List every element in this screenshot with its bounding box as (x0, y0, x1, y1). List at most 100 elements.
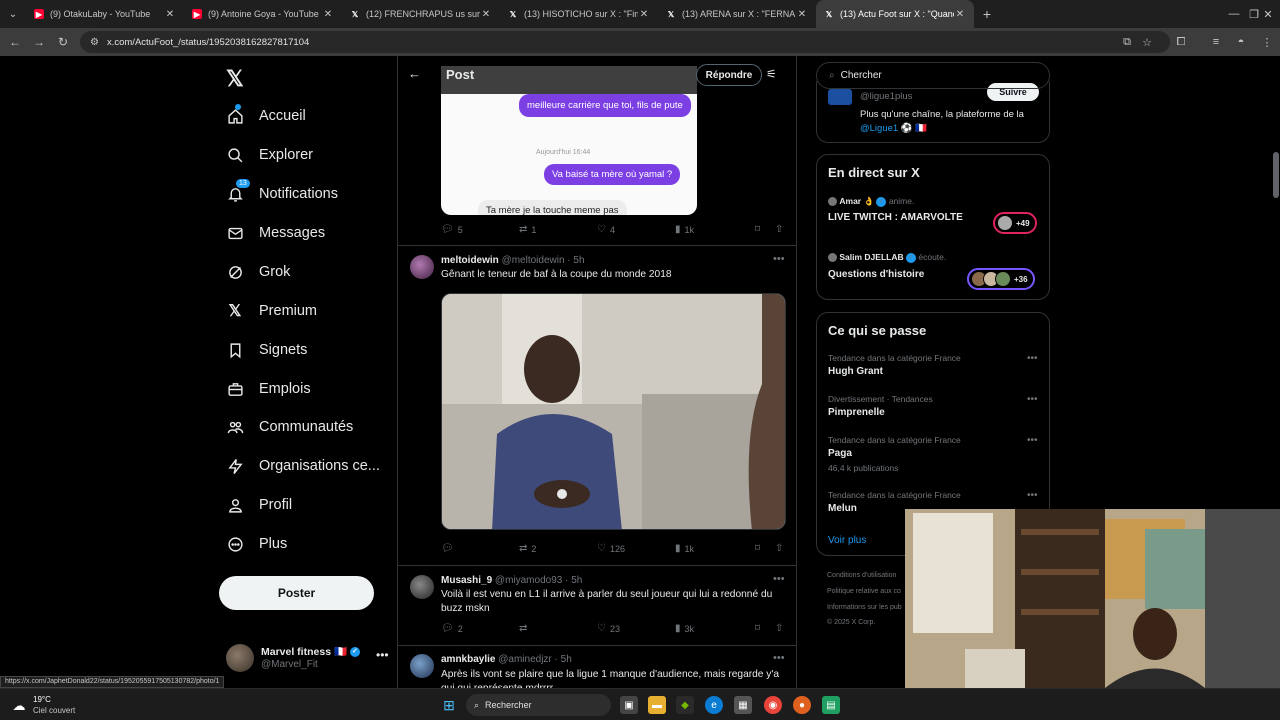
bookmark-action[interactable]: ⌑ (755, 623, 764, 634)
nav-item-more[interactable]: Plus (226, 529, 287, 559)
tab-search-dropdown[interactable]: ⌄ (0, 0, 26, 28)
live-host[interactable]: Amar 👌 ✓ anime. (828, 196, 914, 207)
see-more-link[interactable]: Voir plus (828, 535, 866, 546)
footer-link[interactable]: Conditions d'utilisation (827, 572, 896, 579)
scrollbar-thumb[interactable] (1273, 152, 1279, 198)
close-icon[interactable]: ✕ (954, 9, 966, 20)
back-arrow-icon[interactable]: ← (408, 66, 421, 81)
nav-item-profile[interactable]: Profil (226, 490, 292, 520)
taskbar-search[interactable]: ⌕ Rechercher (466, 694, 611, 716)
live-participants[interactable]: +49 (993, 212, 1037, 234)
nav-item-verified-orgs[interactable]: Organisations ce... (226, 451, 380, 481)
reply-action[interactable]: 💬︎ (441, 543, 458, 554)
reload-icon[interactable]: ↻ (51, 30, 75, 54)
close-icon[interactable]: ✕ (322, 9, 334, 20)
views-action[interactable]: ▮ 3k (675, 623, 694, 634)
more-dots-icon[interactable]: ••• (773, 573, 785, 585)
avatar[interactable] (410, 255, 434, 279)
close-icon[interactable]: ✕ (480, 9, 492, 20)
browser-tab-active[interactable]: 𝕏 (13) Actu Foot sur X : "Quand ✕ (816, 0, 974, 28)
browser-tab[interactable]: ▶ (9) OtakuLaby - YouTube ✕ (26, 0, 184, 28)
like-action[interactable]: ♡ 23 (597, 623, 620, 634)
windows-start-icon[interactable]: ⊞ (440, 696, 458, 714)
tweet-video[interactable] (441, 293, 786, 530)
trend-name[interactable]: Melun (828, 503, 857, 514)
trend-name[interactable]: Hugh Grant (828, 366, 883, 377)
repost-action[interactable]: ⇄ 1 (519, 224, 536, 235)
more-dots-icon[interactable]: ••• (376, 648, 389, 662)
post-button[interactable]: Poster (219, 576, 374, 610)
weather-desc[interactable]: Ciel couvert (33, 706, 75, 715)
nav-item-premium[interactable]: 𝕏 Premium (226, 296, 317, 326)
file-explorer-icon[interactable]: ▬ (648, 696, 666, 714)
address-bar[interactable]: ⚙ x.com/ActuFoot_/status/195203816282781… (80, 31, 1170, 53)
like-action[interactable]: ♡ 126 (597, 543, 625, 554)
nav-item-home[interactable]: Accueil (226, 101, 306, 131)
trend-name[interactable]: Paga (828, 448, 852, 459)
views-action[interactable]: ▮ 1k (675, 543, 694, 554)
reply-action[interactable]: 💬︎ 2 (441, 623, 463, 634)
reply-button[interactable]: Répondre (696, 64, 762, 86)
weather-temp[interactable]: 19°C (33, 695, 51, 704)
menu-icon[interactable]: ⋮ (1258, 33, 1276, 51)
weather-icon[interactable]: ☁ (10, 697, 28, 715)
browser-tab[interactable]: 𝕏 (13) ARENA sur X : "FERNAND ✕ (658, 0, 816, 28)
close-icon[interactable]: ✕ (796, 9, 808, 20)
firefox-icon[interactable]: ● (793, 696, 811, 714)
nav-item-notifications[interactable]: 13 Notifications (226, 179, 338, 209)
trend-name[interactable]: Pimprenelle (828, 407, 885, 418)
more-dots-icon[interactable]: ••• (773, 652, 785, 664)
nav-item-communities[interactable]: Communautés (226, 412, 353, 442)
new-tab-button[interactable]: + (974, 6, 1000, 22)
close-icon[interactable]: ✕ (638, 9, 650, 20)
bookmark-action[interactable]: ⌑ (755, 543, 764, 554)
star-icon[interactable]: ☆ (1138, 33, 1156, 51)
nav-item-explore[interactable]: Explorer (226, 140, 313, 170)
avatar[interactable] (828, 89, 852, 105)
more-dots-icon[interactable]: ••• (1027, 490, 1038, 501)
site-info-icon[interactable]: ⚙ (90, 37, 99, 48)
task-view-icon[interactable]: ▣ (620, 696, 638, 714)
footer-link[interactable]: Politique relative aux co (827, 588, 901, 595)
nav-item-jobs[interactable]: Emplois (226, 374, 311, 404)
more-dots-icon[interactable]: ••• (773, 253, 785, 265)
store-icon[interactable]: ▦ (734, 696, 752, 714)
footer-link[interactable]: Informations sur les pub (827, 604, 902, 611)
tweet-author[interactable]: meltoidewin @meltoidewin · 5h (441, 255, 585, 266)
live-title[interactable]: Questions d'histoire (828, 269, 924, 280)
browser-tab[interactable]: ▶ (9) Antoine Goya - YouTube ✕ (184, 0, 342, 28)
forward-icon[interactable]: → (27, 30, 51, 54)
share-action[interactable]: ⇧ (775, 543, 787, 554)
close-icon[interactable]: ✕ (164, 9, 176, 20)
share-action[interactable]: ⇧ (775, 623, 787, 634)
profile-icon[interactable]: ◓ (1232, 33, 1250, 51)
filter-icon[interactable]: ⚟ (766, 67, 777, 81)
nvidia-icon[interactable]: ◆ (676, 696, 694, 714)
views-action[interactable]: ▮ 1k (675, 224, 694, 235)
account-switcher[interactable]: Marvel fitness 🇫🇷 ✓ @Marvel_Fit ••• (226, 642, 396, 676)
live-title[interactable]: LIVE TWITCH : AMARVOLTE (828, 212, 963, 223)
tweet-author[interactable]: amnkbaylie @aminedjzr · 5h (441, 654, 572, 665)
edge-icon[interactable]: e (705, 696, 723, 714)
nav-item-bookmarks[interactable]: Signets (226, 335, 307, 365)
repost-action[interactable]: ⇄ (519, 623, 531, 634)
more-dots-icon[interactable]: ••• (1027, 394, 1038, 405)
nav-item-grok[interactable]: Grok (226, 257, 290, 287)
more-dots-icon[interactable]: ••• (1027, 435, 1038, 446)
browser-tab[interactable]: 𝕏(12) FRENCHRAPUS us sur X : "✕ (342, 0, 500, 28)
like-action[interactable]: ♡ 4 (597, 224, 615, 235)
tweet-author[interactable]: Musashi_9 @miyamodo93 · 5h (441, 575, 582, 586)
bio-link[interactable]: @Ligue1 ⚽ 🇫🇷 (860, 123, 927, 134)
x-logo-icon[interactable]: 𝕏 (226, 66, 244, 92)
share-action[interactable]: ⇧ (775, 224, 787, 235)
install-app-icon[interactable]: ⧉ (1118, 33, 1136, 51)
avatar[interactable] (410, 654, 434, 678)
reading-list-icon[interactable]: ≡ (1207, 33, 1225, 51)
app-icon[interactable]: ▤ (822, 696, 840, 714)
window-close-button[interactable]: ✕ (1248, 0, 1280, 28)
avatar[interactable] (410, 575, 434, 599)
nav-item-messages[interactable]: Messages (226, 218, 325, 248)
search-input[interactable]: ⌕ Chercher (816, 62, 1050, 89)
browser-tab[interactable]: 𝕏(13) HISOTICHO sur X : "Fin du✕ (500, 0, 658, 28)
live-host[interactable]: Salim DJELLAB ✓ écoute. (828, 252, 946, 263)
